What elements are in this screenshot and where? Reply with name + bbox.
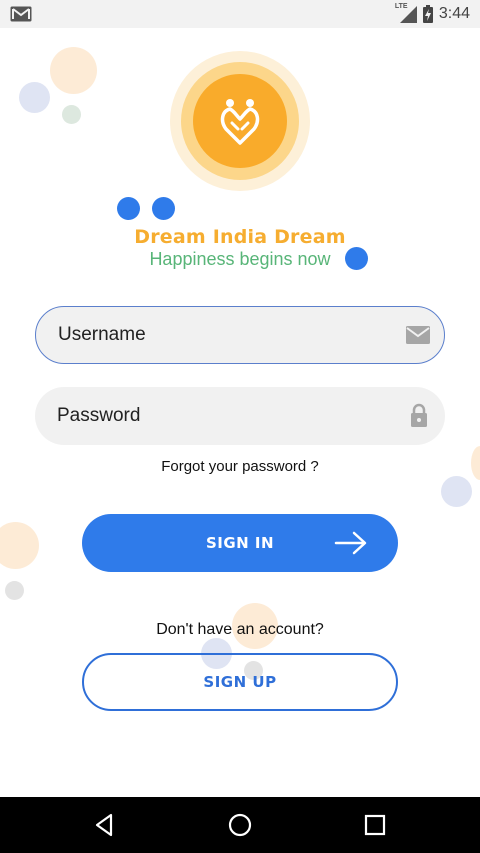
- sign-in-button[interactable]: SIGN IN: [82, 514, 398, 572]
- lte-signal-icon: LTE: [395, 3, 417, 23]
- envelope-icon: [406, 326, 430, 344]
- lock-icon: [411, 403, 427, 427]
- decor-circle: [50, 47, 97, 94]
- status-icons: LTE 3:44: [395, 3, 470, 24]
- gmail-notification-icon: [10, 6, 32, 22]
- forgot-password-link[interactable]: Forgot your password ?: [0, 458, 480, 475]
- password-input[interactable]: [57, 405, 397, 427]
- battery-charging-icon: [422, 5, 433, 23]
- back-triangle-icon[interactable]: [91, 811, 119, 839]
- status-time: 3:44: [438, 5, 470, 22]
- home-circle-icon[interactable]: [226, 811, 254, 839]
- decor-circle: [0, 522, 39, 569]
- sign-up-label: SIGN UP: [203, 673, 277, 691]
- username-input[interactable]: [58, 324, 398, 346]
- login-screen: LTE 3:44 Dream India Dream Happiness beg…: [0, 0, 480, 853]
- system-nav-bar: [0, 797, 480, 853]
- brand-title: Dream India Dream: [134, 226, 346, 248]
- sign-up-button[interactable]: SIGN UP: [82, 653, 398, 711]
- decor-circle: [19, 82, 50, 113]
- brand-tagline: Happiness begins now: [149, 249, 331, 269]
- app-logo: [193, 74, 287, 168]
- decor-circle: [152, 197, 175, 220]
- recents-square-icon[interactable]: [361, 811, 389, 839]
- password-field[interactable]: [35, 387, 445, 445]
- username-field[interactable]: [35, 306, 445, 364]
- decor-circle: [117, 197, 140, 220]
- arrow-right-icon: [334, 531, 367, 555]
- couple-heart-logo-icon: [220, 99, 260, 145]
- status-bar: LTE 3:44: [0, 0, 480, 28]
- decor-circle: [62, 105, 81, 124]
- decor-circle: [5, 581, 24, 600]
- decor-circle: [441, 476, 472, 507]
- sign-in-label: SIGN IN: [205, 534, 275, 552]
- no-account-text: Don't have an account?: [156, 621, 324, 638]
